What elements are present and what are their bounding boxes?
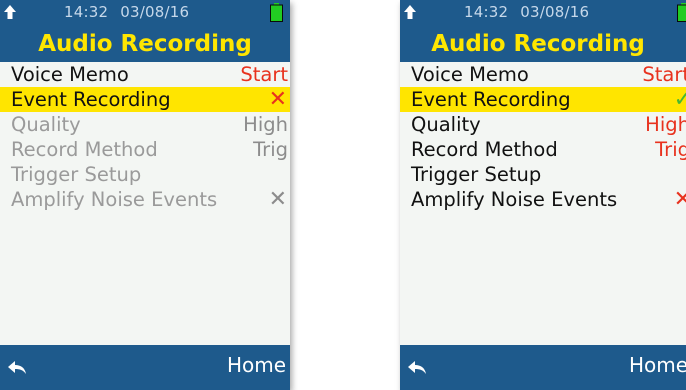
status-bar: 14:32 03/08/16 — [0, 0, 290, 26]
status-time: 14:32 — [64, 3, 109, 21]
home-button[interactable]: Home — [629, 353, 686, 377]
menu-item-trigger-setup[interactable]: Trigger Setup — [0, 162, 290, 187]
screen-title: Audio Recording — [400, 26, 686, 62]
menu-item-amplify-noise-events[interactable]: Amplify Noise Events ✕ — [0, 187, 290, 212]
menu-item-label: Event Recording — [411, 88, 571, 111]
settings-menu: Voice Memo Start Event Recording ✓ Quali… — [400, 62, 686, 212]
screen-title: Audio Recording — [0, 26, 290, 62]
menu-item-record-method[interactable]: Record Method Trig — [0, 137, 290, 162]
cross-icon: ✕ — [268, 87, 287, 112]
device-screen-left: 14:32 03/08/16 Audio Recording Voice Memo… — [0, 0, 290, 390]
menu-item-label: Record Method — [11, 138, 158, 161]
menu-item-event-recording[interactable]: Event Recording ✓ — [400, 87, 686, 112]
menu-item-label: Voice Memo — [411, 63, 529, 86]
menu-item-voice-memo[interactable]: Voice Memo Start — [400, 62, 686, 87]
menu-item-value: Trig — [655, 138, 686, 161]
battery-full-icon — [270, 3, 283, 22]
menu-item-label: Trigger Setup — [411, 163, 542, 186]
menu-item-value: Start — [240, 63, 288, 86]
menu-item-label: Trigger Setup — [11, 163, 142, 186]
menu-item-trigger-setup[interactable]: Trigger Setup — [400, 162, 686, 187]
menu-item-label: Amplify Noise Events — [411, 188, 618, 211]
status-date: 03/08/16 — [520, 3, 590, 21]
menu-item-voice-memo[interactable]: Voice Memo Start — [0, 62, 290, 87]
menu-item-value: Trig — [253, 138, 288, 161]
battery-full-icon — [677, 3, 686, 22]
menu-item-value: High — [243, 113, 288, 136]
menu-item-event-recording[interactable]: Event Recording ✕ — [0, 87, 290, 112]
menu-item-value: Start — [642, 63, 686, 86]
device-screen-right: 14:32 03/08/16 Audio Recording Voice Memo… — [400, 0, 686, 390]
time-date: 14:32 03/08/16 — [464, 3, 589, 21]
up-arrow-icon — [404, 5, 416, 19]
menu-item-record-method[interactable]: Record Method Trig — [400, 137, 686, 162]
menu-item-label: Quality — [411, 113, 481, 136]
home-button[interactable]: Home — [227, 353, 286, 377]
menu-item-label: Record Method — [411, 138, 558, 161]
menu-item-quality[interactable]: Quality High — [400, 112, 686, 137]
menu-item-label: Event Recording — [11, 88, 171, 111]
menu-item-value: High — [645, 113, 686, 136]
menu-item-quality[interactable]: Quality High — [0, 112, 290, 137]
menu-item-amplify-noise-events[interactable]: Amplify Noise Events ✕ — [400, 187, 686, 212]
menu-item-label: Quality — [11, 113, 81, 136]
bottom-bar: Home — [0, 345, 290, 390]
status-date: 03/08/16 — [120, 3, 190, 21]
back-arrow-icon[interactable] — [6, 357, 28, 379]
cross-icon: ✕ — [268, 187, 287, 212]
menu-item-label: Voice Memo — [11, 63, 129, 86]
up-arrow-icon — [4, 5, 16, 19]
bottom-bar: Home — [400, 345, 686, 390]
status-bar: 14:32 03/08/16 — [400, 0, 686, 26]
settings-menu: Voice Memo Start Event Recording ✕ Quali… — [0, 62, 290, 212]
time-date: 14:32 03/08/16 — [64, 3, 189, 21]
status-time: 14:32 — [464, 3, 509, 21]
cross-icon: ✕ — [673, 187, 686, 212]
back-arrow-icon[interactable] — [406, 357, 428, 379]
check-icon: ✓ — [673, 87, 686, 112]
menu-item-label: Amplify Noise Events — [11, 188, 218, 211]
